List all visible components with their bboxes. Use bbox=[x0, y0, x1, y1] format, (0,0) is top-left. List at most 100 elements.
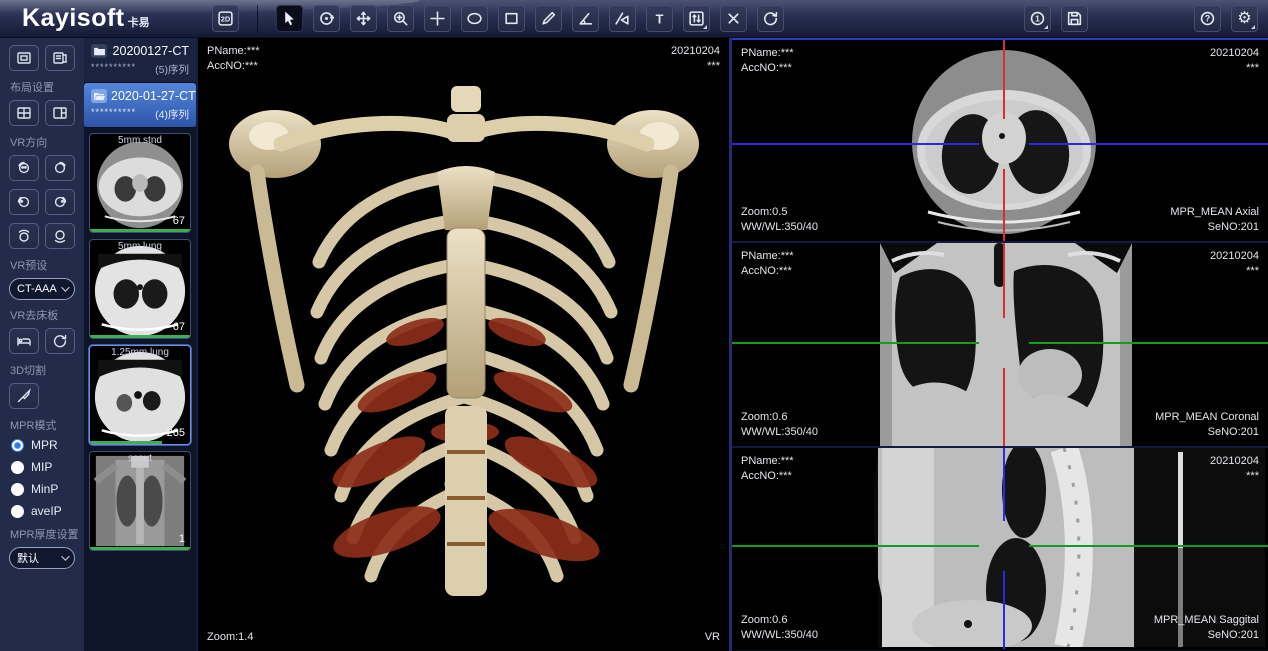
help-button[interactable]: ? bbox=[1194, 5, 1221, 32]
coronal-overlay-bottom-left: Zoom:0.6 WW/WL:350/40 bbox=[741, 410, 818, 440]
layout-section-label: 布局设置 bbox=[10, 79, 75, 95]
study-series-count: (4)序列 bbox=[155, 107, 189, 122]
patient-name: PName:*** bbox=[741, 249, 794, 264]
series-number: SeNO:201 bbox=[1155, 425, 1259, 440]
save-image-button[interactable] bbox=[1061, 5, 1088, 32]
vr-mode-label: VR bbox=[705, 630, 720, 645]
thumbnail-progress-bar bbox=[90, 441, 162, 444]
head-anterior-button[interactable] bbox=[9, 155, 39, 181]
layout-single-button[interactable] bbox=[9, 45, 39, 71]
sagittal-vline-top bbox=[1003, 448, 1005, 521]
head-posterior-button[interactable] bbox=[45, 155, 75, 181]
cursor-icon bbox=[281, 10, 298, 27]
vr-zoom-value: Zoom:1.4 bbox=[207, 630, 253, 645]
vr-viewport[interactable]: PName:*** AccNO:*** 20210204 *** Zoom:1.… bbox=[196, 38, 732, 651]
accession-number: AccNO:*** bbox=[207, 59, 260, 74]
masked-value: *** bbox=[671, 59, 720, 74]
thumbnail-label: 1.25mm lung bbox=[90, 347, 190, 358]
study-series-count: (5)序列 bbox=[155, 62, 189, 77]
layout-report-icon bbox=[52, 50, 68, 66]
delete-annotation-button[interactable] bbox=[720, 5, 747, 32]
thumbnail-5mm-stnd[interactable]: 5mm stnd 67 bbox=[89, 133, 191, 233]
crosshair-locate-button[interactable] bbox=[424, 5, 451, 32]
mpr-mode-option-aveip[interactable]: aveIP bbox=[11, 504, 75, 518]
mpr-sagittal-viewport[interactable]: PName:*** AccNO:*** 20210204 *** Zoom:0.… bbox=[732, 448, 1268, 649]
masked-value: *** bbox=[1210, 469, 1259, 484]
sagittal-vline-bottom bbox=[1003, 571, 1005, 649]
head-left-button[interactable] bbox=[9, 189, 39, 215]
coronal-hline-right bbox=[1029, 342, 1268, 344]
study-item-2-selected[interactable]: 2020-01-27-CT ********** (4)序列 bbox=[84, 83, 196, 128]
head-superior-button[interactable] bbox=[9, 223, 39, 249]
thumbnail-frame-number: 265 bbox=[167, 427, 185, 439]
main-area: 布局设置 VR方向 bbox=[0, 38, 1268, 651]
study-date-overlay: 20210204 bbox=[671, 44, 720, 59]
series-number: SeNO:201 bbox=[1170, 220, 1259, 235]
vr-preset-select[interactable]: CT-AAA bbox=[9, 278, 75, 300]
chevron-down-icon bbox=[61, 552, 69, 560]
reset-view-button[interactable] bbox=[757, 5, 784, 32]
sagittal-overlay-top-left: PName:*** AccNO:*** bbox=[741, 454, 794, 484]
remove-bed-button[interactable] bbox=[9, 328, 39, 354]
layout-split-button[interactable] bbox=[45, 100, 75, 126]
2d-icon: 2D bbox=[221, 15, 231, 24]
rotate-3d-button[interactable] bbox=[313, 5, 340, 32]
layout-report-button[interactable] bbox=[45, 45, 75, 71]
study-masked-id: ********** bbox=[91, 62, 136, 77]
study-item-1[interactable]: 20200127-CT ********** (5)序列 bbox=[84, 38, 196, 83]
app-window: Kayisoft 卡易 2D bbox=[0, 0, 1268, 651]
scalpel-button[interactable] bbox=[9, 383, 39, 409]
cobb-angle-button[interactable] bbox=[609, 5, 636, 32]
mpr-mode-label: MPR模式 bbox=[10, 417, 75, 433]
radio-label: aveIP bbox=[31, 504, 62, 518]
thumbnail-scout[interactable]: scout 1 bbox=[89, 451, 191, 551]
ellipse-roi-button[interactable] bbox=[461, 5, 488, 32]
zoom-icon bbox=[392, 10, 409, 27]
thumbnail-5mm-lung[interactable]: 5mm lung 67 bbox=[89, 239, 191, 339]
coronal-hline-left bbox=[732, 342, 979, 344]
single-image-layout-button[interactable]: 1 bbox=[1024, 5, 1051, 32]
mpr-coronal-viewport[interactable]: PName:*** AccNO:*** 20210204 *** Zoom:0.… bbox=[732, 243, 1268, 448]
angle-measure-button[interactable] bbox=[572, 5, 599, 32]
app-logo: Kayisoft 卡易 bbox=[0, 4, 212, 33]
thumbnail-1-25mm-lung-selected[interactable]: 1.25mm lung 265 bbox=[89, 345, 191, 445]
layout-grid-button[interactable] bbox=[9, 100, 39, 126]
select-cursor-button[interactable] bbox=[276, 5, 303, 32]
thumbnail-frame-number: 67 bbox=[173, 215, 185, 227]
study-date-overlay: 20210204 bbox=[1210, 454, 1259, 469]
coronal-vline-top bbox=[1003, 243, 1005, 318]
mpr-mode-option-mip[interactable]: MIP bbox=[11, 460, 75, 474]
thumbnail-image bbox=[90, 452, 190, 550]
2d-mode-button[interactable]: 2D bbox=[212, 5, 239, 32]
thumbnail-frame-number: 1 bbox=[179, 533, 185, 545]
radio-label: MPR bbox=[31, 438, 58, 452]
mpr-mode-name: MPR_MEAN Axial bbox=[1170, 205, 1259, 220]
reset-bed-button[interactable] bbox=[45, 328, 75, 354]
series-number: SeNO:201 bbox=[1154, 628, 1259, 643]
head-right-button[interactable] bbox=[45, 189, 75, 215]
axial-overlay-top-left: PName:*** AccNO:*** bbox=[741, 46, 794, 76]
mpr-thickness-select[interactable]: 默认 bbox=[9, 547, 75, 569]
pan-button[interactable] bbox=[350, 5, 377, 32]
thumbnail-progress-bar bbox=[90, 229, 190, 232]
reset-icon bbox=[52, 333, 68, 349]
help-icon: ? bbox=[1205, 14, 1211, 24]
settings-button[interactable]: ⚙ bbox=[1231, 5, 1258, 32]
zoom-button[interactable] bbox=[387, 5, 414, 32]
rect-roi-button[interactable] bbox=[498, 5, 525, 32]
axial-overlay-top-right: 20210204 *** bbox=[1210, 46, 1259, 76]
accession-number: AccNO:*** bbox=[741, 469, 794, 484]
thumbnail-label: scout bbox=[90, 453, 190, 464]
mpr-mode-option-minp[interactable]: MinP bbox=[11, 482, 75, 496]
left-sidebar: 布局设置 VR方向 bbox=[0, 38, 84, 651]
window-level-preset-button[interactable] bbox=[683, 5, 710, 32]
accession-number: AccNO:*** bbox=[741, 264, 794, 279]
chevron-down-icon bbox=[61, 283, 69, 291]
text-annotation-button[interactable]: T bbox=[646, 5, 673, 32]
angle-icon bbox=[577, 10, 594, 27]
sagittal-hline-right bbox=[1029, 545, 1268, 547]
head-inferior-button[interactable] bbox=[45, 223, 75, 249]
mpr-axial-viewport[interactable]: PName:*** AccNO:*** 20210204 *** Zoom:0.… bbox=[732, 38, 1268, 243]
length-measure-button[interactable] bbox=[535, 5, 562, 32]
mpr-mode-option-mpr[interactable]: MPR bbox=[11, 438, 75, 452]
